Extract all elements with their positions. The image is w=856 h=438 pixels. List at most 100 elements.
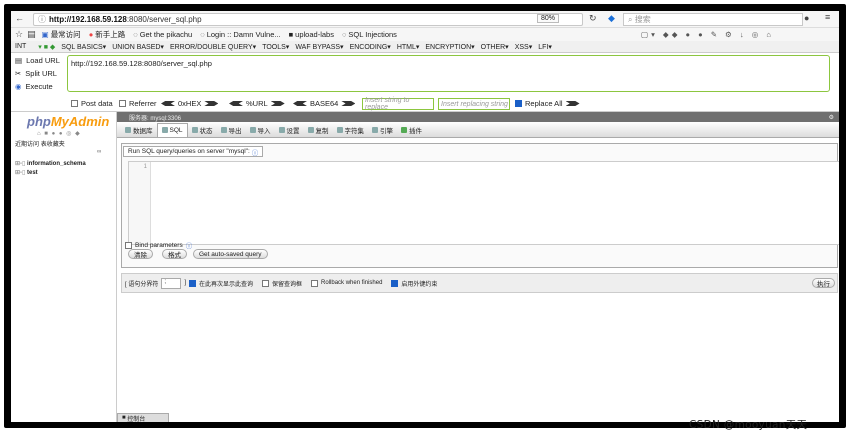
globe-icon: ◌ <box>133 30 138 39</box>
db-item-test[interactable]: ⊞-▯ test <box>15 169 38 176</box>
extension-icon[interactable]: ● <box>804 13 809 23</box>
link-icon[interactable]: ∞ <box>97 149 101 155</box>
bind-parameters[interactable]: Bind parameters ⓘ <box>125 240 192 250</box>
load-url-button[interactable]: ▤ Load URL <box>15 56 60 65</box>
import-icon <box>249 126 256 133</box>
hackbar-options: Post data Referrer 0xHEX %URL BASE64 Ins… <box>11 97 839 111</box>
hex-encode[interactable]: 0xHEX <box>161 99 219 108</box>
menu-xss[interactable]: XSS▾ <box>515 43 533 51</box>
tab-plugins[interactable]: 插件 <box>397 123 426 137</box>
execute-icon: ◉ <box>15 82 22 91</box>
rollback-checkbox[interactable] <box>311 279 319 287</box>
replace-all-checkbox[interactable] <box>515 100 522 107</box>
hackbar-url-input[interactable]: http://192.168.59.128:8080/server_sql.ph… <box>67 55 830 92</box>
sidebar-icons[interactable]: ⌂ ■ ● ● ◎ ◆ <box>37 130 81 137</box>
menu-union-based[interactable]: UNION BASED▾ <box>112 43 164 51</box>
bookmark-3[interactable]: ◌ Login :: Damn Vulne... <box>200 30 280 39</box>
tab-export[interactable]: 导出 <box>217 123 246 137</box>
firefox-icon: ● <box>88 30 94 39</box>
menu-error-double[interactable]: ERROR/DOUBLE QUERY▾ <box>170 43 256 51</box>
sidebar-favorites[interactable]: 表收藏夹 <box>41 142 65 148</box>
hackbar-arrows-icon[interactable]: ▾ ■ ◆ <box>38 43 55 51</box>
hackbar-type[interactable]: INT <box>15 43 26 50</box>
replace-to-input[interactable]: Insert replacing string <box>438 98 510 110</box>
shield-icon[interactable]: ◆ <box>608 13 615 24</box>
tab-status[interactable]: 状态 <box>188 123 217 137</box>
tab-sql[interactable]: SQL <box>156 122 188 137</box>
bookmark-1[interactable]: ● 新手上路 <box>89 29 126 40</box>
base64-encode[interactable]: BASE64 <box>293 99 356 108</box>
tab-charset[interactable]: 字符集 <box>333 123 369 137</box>
referrer-toggle[interactable]: Referrer <box>119 99 157 108</box>
url-bar[interactable]: ⓘ http://192.168.59.128:8080/server_sql.… <box>33 13 583 26</box>
tab-import[interactable]: 导入 <box>246 123 275 137</box>
menu-sql-basics[interactable]: SQL BASICS▾ <box>61 43 106 51</box>
post-data-checkbox[interactable] <box>71 100 78 107</box>
db-item-information-schema[interactable]: ⊞-▯ information_schema <box>15 160 86 167</box>
arrow-right-icon <box>270 101 285 106</box>
replace-all-toggle[interactable]: Replace All <box>515 99 580 108</box>
console-toggle[interactable]: ■ 控制台 <box>117 413 169 422</box>
replication-icon <box>307 126 314 133</box>
database-icon <box>125 126 131 133</box>
tab-engines[interactable]: 引擎 <box>368 123 397 137</box>
menu-waf-bypass[interactable]: WAF BYPASS▾ <box>295 43 343 51</box>
arrow-left-icon <box>161 101 175 106</box>
format-button[interactable]: 格式 <box>162 249 187 259</box>
go-button[interactable]: 执行 <box>812 278 835 288</box>
export-icon <box>220 126 227 133</box>
menu-icon[interactable]: ≡ <box>825 12 830 22</box>
server-breadcrumb[interactable]: 服务器: mysql:3306 ⚙ <box>117 112 839 122</box>
tab-settings[interactable]: 设置 <box>275 123 304 137</box>
url-host: http://192.168.59.128 <box>49 15 127 24</box>
star-icon[interactable]: ☆ <box>15 29 23 40</box>
zoom-level[interactable]: 80% <box>537 14 560 23</box>
reload-icon[interactable]: ↻ <box>589 13 597 24</box>
gear-icon[interactable]: ⚙ <box>829 114 834 121</box>
tab-replication[interactable]: 复制 <box>304 123 333 137</box>
retain-query-box-checkbox[interactable] <box>262 279 270 287</box>
sql-editor[interactable]: 1 <box>128 161 839 245</box>
search-placeholder: 搜索 <box>634 15 651 24</box>
search-input[interactable]: ⌕ 搜索 <box>623 13 803 26</box>
url-encode[interactable]: %URL <box>229 99 285 108</box>
pma-logo[interactable]: phpMyAdmin <box>27 114 109 129</box>
navigation-bar: ← ⓘ http://192.168.59.128:8080/server_sq… <box>11 11 839 28</box>
referrer-checkbox[interactable] <box>119 100 126 107</box>
bind-parameters-checkbox[interactable] <box>125 241 132 249</box>
sql-icon <box>161 127 168 133</box>
panel-legend: Run SQL query/queries on server "mysql":… <box>123 146 264 157</box>
auto-saved-query-button[interactable]: Get auto-saved query <box>193 249 268 259</box>
toolbar-icons[interactable]: ▢▾ ◆◆ ● ● ✎ ⚙ ↓ ◎ ⌂ <box>641 30 774 39</box>
replace-from-input[interactable]: Insert string to replace <box>362 97 434 111</box>
sidebar-recent[interactable]: 近期访问 表收藏夹 <box>15 139 65 148</box>
execute-button[interactable]: ◉ Execute <box>15 82 53 91</box>
menu-tools[interactable]: TOOLS▾ <box>262 43 289 51</box>
url-path: :8080/server_sql.php <box>126 15 202 24</box>
arrow-right-icon <box>565 101 580 106</box>
globe-icon: ◌ <box>341 30 347 39</box>
split-url-button[interactable]: ✂ Split URL <box>15 69 57 78</box>
bookmark-0[interactable]: ▣ 最常访问 <box>42 29 81 40</box>
menu-encryption[interactable]: ENCRYPTION▾ <box>425 43 474 51</box>
clipboard-icon[interactable]: ▤ <box>27 29 36 40</box>
show-query-checkbox[interactable] <box>189 279 197 287</box>
status-icon <box>191 126 198 133</box>
delimiter-label: [ 语句分界符 <box>125 281 159 288</box>
menu-other[interactable]: OTHER▾ <box>481 43 509 51</box>
clear-button[interactable]: 清除 <box>128 249 153 259</box>
menu-encoding[interactable]: ENCODING▾ <box>350 43 391 51</box>
bookmark-4[interactable]: ■ upload-labs <box>289 30 334 39</box>
delimiter-input[interactable]: ; <box>161 277 182 289</box>
menu-lfi[interactable]: LFI▾ <box>538 43 552 51</box>
bookmark-2[interactable]: ◌ Get the pikachu <box>133 30 192 39</box>
help-icon[interactable]: ⓘ <box>252 147 259 157</box>
help-icon[interactable]: ⓘ <box>186 240 193 250</box>
foreign-key-checkbox[interactable] <box>391 279 399 287</box>
post-data-toggle[interactable]: Post data <box>71 99 113 108</box>
bookmark-5[interactable]: ◌ SQL Injections <box>342 30 397 39</box>
arrow-right-icon <box>341 101 356 106</box>
menu-html[interactable]: HTML▾ <box>397 43 420 51</box>
tab-databases[interactable]: 数据库 <box>121 123 157 137</box>
back-icon[interactable]: ← <box>15 13 24 23</box>
